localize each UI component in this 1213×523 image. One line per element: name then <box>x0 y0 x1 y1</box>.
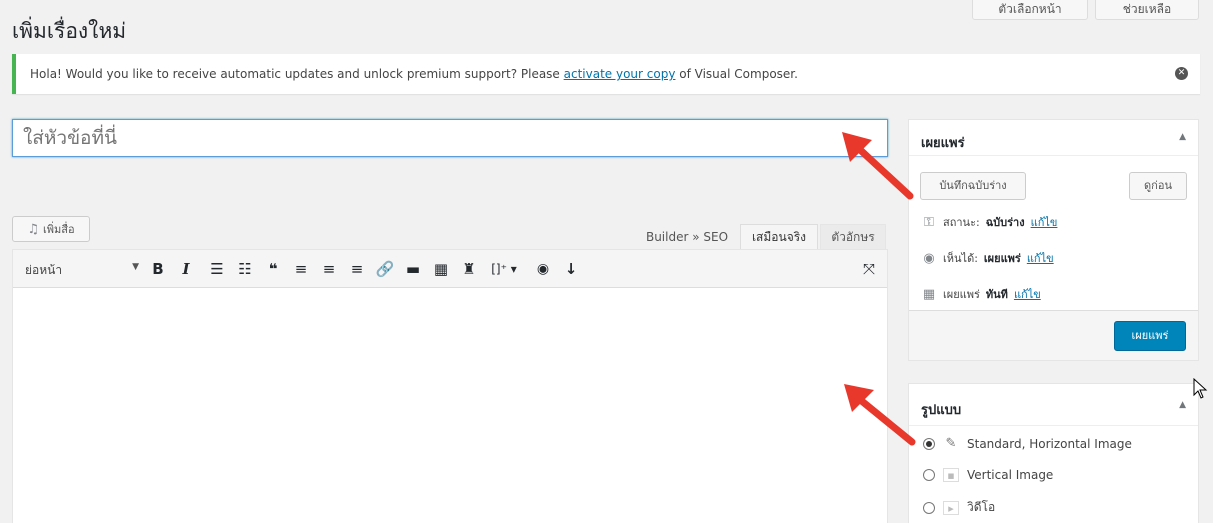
page-title: เพิ่มเรื่องใหม่ <box>12 19 127 43</box>
bullet-list-icon[interactable]: ☰ <box>207 258 227 280</box>
activate-link[interactable]: activate your copy <box>564 67 676 81</box>
toolbar-toggle-icon[interactable]: ▦ <box>431 258 451 280</box>
publish-box-header[interactable]: เผยแพร่ ▲ <box>909 120 1198 156</box>
collapse-icon[interactable]: ▲ <box>1179 400 1186 410</box>
schedule-row: ▦ เผยแพร่ ทันที แก้ไข <box>921 285 1041 303</box>
radio[interactable] <box>923 501 935 514</box>
save-draft-button[interactable]: บันทึกฉบับร่าง <box>920 172 1026 200</box>
add-media-label: เพิ่มสื่อ <box>43 223 75 236</box>
publish-button[interactable]: เผยแพร่ <box>1114 321 1186 351</box>
media-icon: ♫ <box>27 221 40 237</box>
link-icon[interactable]: 🔗 <box>375 258 395 280</box>
format-option-standard[interactable]: ✎ Standard, Horizontal Image <box>923 437 1132 451</box>
dismiss-icon[interactable]: ✕ <box>1175 67 1188 80</box>
align-center-icon[interactable]: ≡ <box>319 258 339 280</box>
format-option-vertical[interactable]: ▪ Vertical Image <box>923 468 1053 482</box>
image-icon: ▪ <box>943 468 959 482</box>
fullscreen-icon[interactable]: ⤧ <box>859 258 879 280</box>
preview-button[interactable]: ดูก่อน <box>1129 172 1187 200</box>
calendar-icon: ▦ <box>922 286 936 302</box>
align-right-icon[interactable]: ≡ <box>347 258 367 280</box>
video-icon: ▸ <box>943 500 959 515</box>
format-box: รูปแบบ ▲ ✎ Standard, Horizontal Image ▪ … <box>908 383 1199 523</box>
help-button[interactable]: ช่วยเหลือ <box>1095 0 1199 20</box>
arrow-down-icon[interactable]: ↓ <box>561 258 581 280</box>
align-left-icon[interactable]: ≡ <box>291 258 311 280</box>
italic-icon[interactable]: I <box>177 258 195 280</box>
format-option-label: วิดีโอ <box>967 500 996 514</box>
notice-text-before: Hola! Would you like to receive automati… <box>30 67 564 81</box>
publish-box: เผยแพร่ ▲ บันทึกฉบับร่าง ดูก่อน ⚿ สถานะ:… <box>908 119 1199 361</box>
format-box-header[interactable]: รูปแบบ ▲ <box>909 384 1198 426</box>
tab-visual[interactable]: เสมือนจริง <box>740 224 818 250</box>
content-editor: ย่อหน้า ▼ B I ☰ ☷ ❝ ≡ ≡ ≡ 🔗 ▬ ▦ ♜ []⁺ ▾ … <box>12 249 888 523</box>
rss-icon[interactable]: ◉ <box>533 258 553 280</box>
publish-box-title: เผยแพร่ <box>921 136 965 151</box>
radio[interactable] <box>923 469 935 481</box>
post-title-input[interactable] <box>12 119 888 157</box>
add-media-button[interactable]: ♫ เพิ่มสื่อ <box>12 216 90 242</box>
edit-schedule-link[interactable]: แก้ไข <box>1014 285 1041 303</box>
eye-icon: ◉ <box>923 250 935 266</box>
chevron-down-icon: ▼ <box>132 262 139 272</box>
spy-icon[interactable]: ♜ <box>459 258 479 280</box>
shortcode-icon[interactable]: []⁺ ▾ <box>487 258 521 280</box>
status-value: ฉบับร่าง <box>985 216 1025 229</box>
edit-visibility-link[interactable]: แก้ไข <box>1027 249 1054 267</box>
tab-builder-seo[interactable]: Builder » SEO <box>640 224 734 250</box>
editor-toolbar: ย่อหน้า ▼ B I ☰ ☷ ❝ ≡ ≡ ≡ 🔗 ▬ ▦ ♜ []⁺ ▾ … <box>13 250 887 288</box>
edit-status-link[interactable]: แก้ไข <box>1031 213 1058 231</box>
paragraph-format-select[interactable]: ย่อหน้า ▼ <box>19 256 143 282</box>
read-more-icon[interactable]: ▬ <box>403 258 423 280</box>
status-label: สถานะ: <box>943 216 980 229</box>
format-select-value: ย่อหน้า <box>25 263 63 277</box>
notice-text: Hola! Would you like to receive automati… <box>30 67 798 81</box>
schedule-label: เผยแพร่ <box>943 288 980 301</box>
format-option-label: Vertical Image <box>967 468 1054 482</box>
visibility-label: เห็นได้: <box>943 252 978 265</box>
notice-text-after: of Visual Composer. <box>675 67 798 81</box>
publish-actions: เผยแพร่ <box>909 310 1198 360</box>
update-notice: Hola! Would you like to receive automati… <box>12 54 1200 94</box>
visibility-value: เผยแพร่ <box>983 252 1021 265</box>
screen-options-button[interactable]: ตัวเลือกหน้า <box>972 0 1088 20</box>
tab-text[interactable]: ตัวอักษร <box>820 224 886 250</box>
mouse-cursor-icon <box>1193 378 1208 399</box>
pin-icon: ✎ <box>945 436 957 451</box>
editor-body[interactable] <box>13 288 887 523</box>
numbered-list-icon[interactable]: ☷ <box>235 258 255 280</box>
format-option-video[interactable]: ▸ วิดีโอ <box>923 498 995 517</box>
key-icon: ⚿ <box>924 214 934 230</box>
radio-selected[interactable] <box>923 438 935 450</box>
schedule-value: ทันที <box>985 288 1008 301</box>
format-option-label: Standard, Horizontal Image <box>967 437 1132 451</box>
status-row: ⚿ สถานะ: ฉบับร่าง แก้ไข <box>921 213 1057 231</box>
blockquote-icon[interactable]: ❝ <box>263 258 283 280</box>
format-box-title: รูปแบบ <box>921 403 962 418</box>
collapse-icon[interactable]: ▲ <box>1179 132 1186 142</box>
bold-icon[interactable]: B <box>149 258 167 280</box>
visibility-row: ◉ เห็นได้: เผยแพร่ แก้ไข <box>921 249 1054 267</box>
